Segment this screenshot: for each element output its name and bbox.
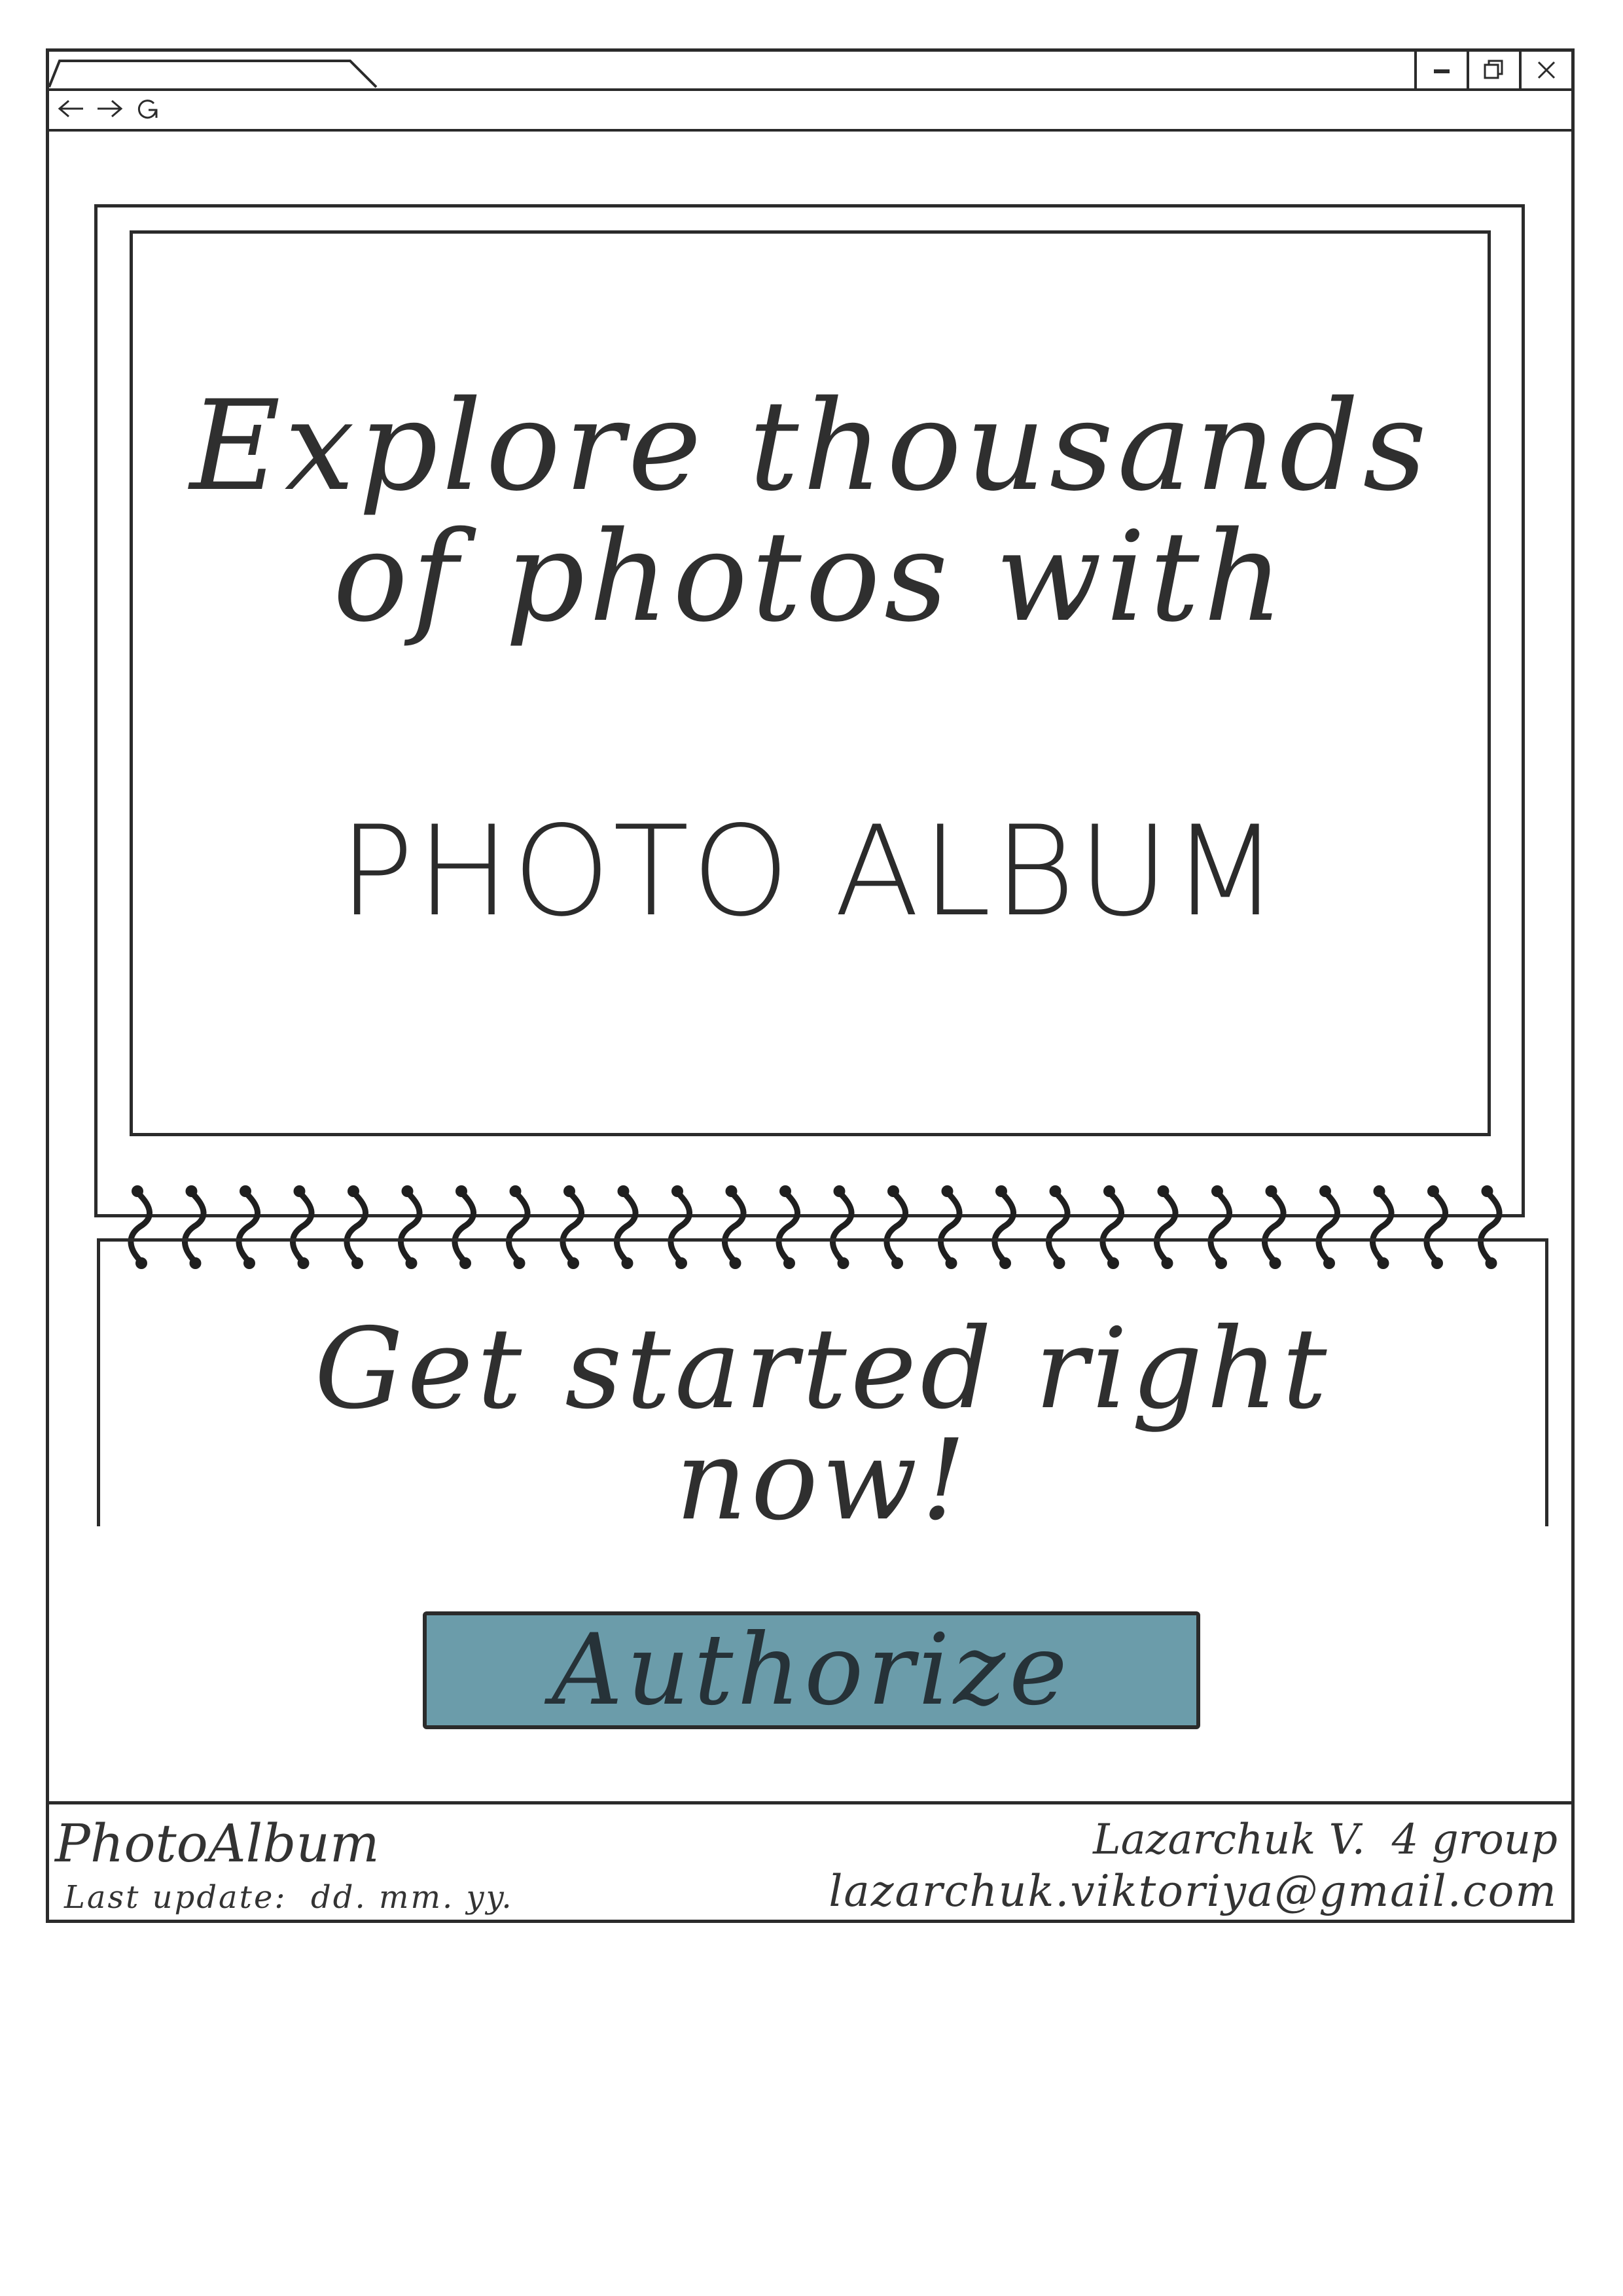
hero-tagline-line-1: Explore thousands (189, 374, 1431, 518)
restore-icon (1484, 60, 1503, 79)
hero-tagline-line-2: of photos with (332, 505, 1288, 649)
album-cover: Explore thousands of photos with PHOTO A… (130, 230, 1491, 1136)
footer-brand: PhotoAlbum (55, 1813, 380, 1874)
forward-arrow-icon[interactable] (94, 96, 125, 122)
close-button[interactable] (1519, 52, 1571, 88)
back-arrow-icon[interactable] (56, 96, 87, 122)
footer: PhotoAlbum Last update: dd. mm. yy. Laza… (46, 1801, 1575, 1923)
restore-button[interactable] (1467, 52, 1519, 88)
cta-text-line-1: Get started right (314, 1304, 1331, 1434)
browser-tab[interactable] (49, 52, 383, 88)
close-icon (1537, 61, 1556, 79)
navigation-bar (49, 88, 1571, 132)
cta-text-line-2: now! (675, 1416, 970, 1545)
minimize-button[interactable] (1414, 52, 1467, 88)
album-page: Get started right now! (97, 1238, 1548, 1536)
title-bar (49, 52, 1571, 91)
hero-title: PHOTO ALBUM (338, 799, 1282, 944)
footer-author: Lazarchuk V. 4 group (1093, 1816, 1558, 1864)
footer-email[interactable]: lazarchuk.viktoriya@gmail.com (829, 1870, 1558, 1913)
window-controls (1414, 52, 1571, 88)
reload-icon[interactable] (132, 96, 163, 122)
minimize-icon (1434, 69, 1450, 73)
authorize-button[interactable]: Authorize (423, 1611, 1200, 1729)
footer-last-update: Last update: dd. mm. yy. (64, 1879, 514, 1916)
